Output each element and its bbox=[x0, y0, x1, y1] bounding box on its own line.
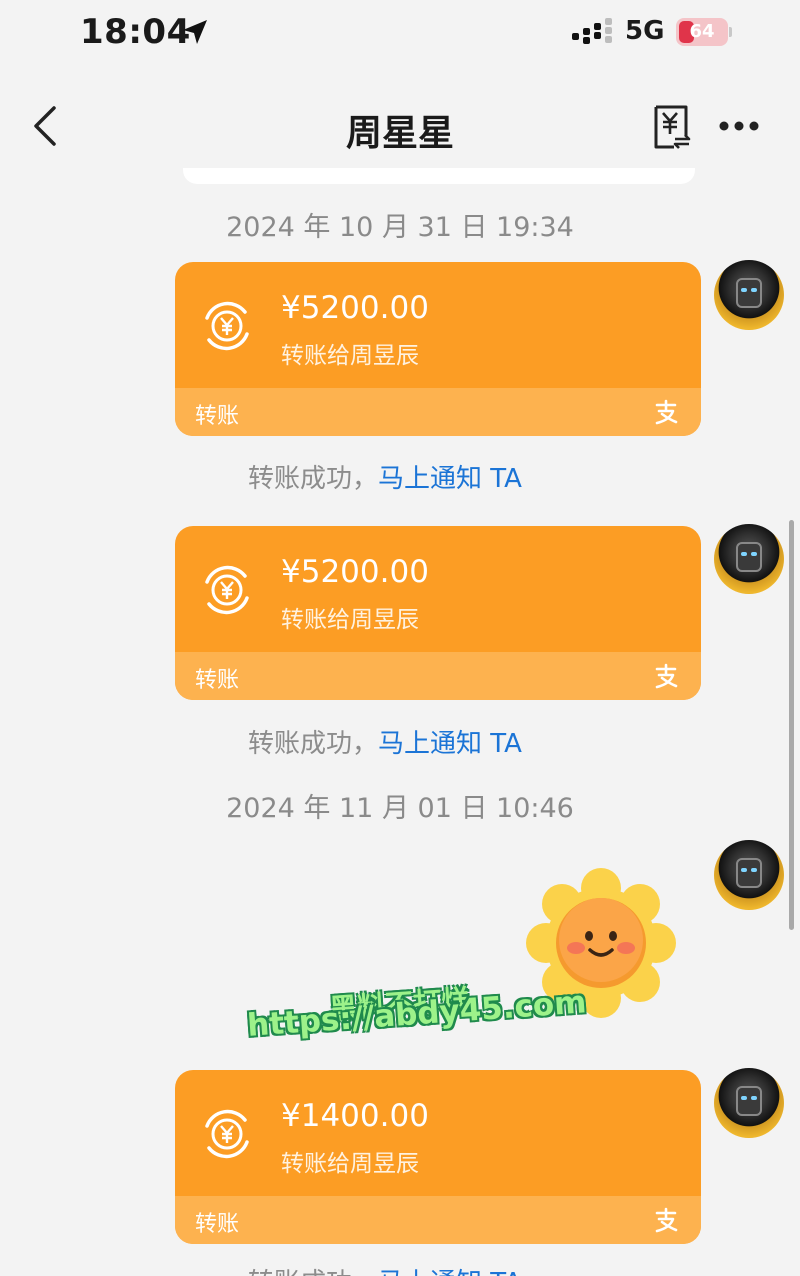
more-options-icon[interactable] bbox=[718, 112, 760, 140]
transfer-description: 转账给周昱辰 bbox=[281, 343, 419, 369]
transfer-description: 转账给周昱辰 bbox=[281, 1151, 419, 1177]
avatar[interactable] bbox=[714, 1068, 784, 1138]
previous-message-card bbox=[183, 168, 695, 184]
scrollbar[interactable] bbox=[789, 520, 794, 930]
transfer-card[interactable]: ¥5200.00 转账给周昱辰 转账 bbox=[175, 262, 701, 436]
chat-timestamp: 2024 年 11 月 01 日 10:46 bbox=[226, 793, 574, 824]
transfer-amount: ¥5200.00 bbox=[281, 554, 429, 590]
notify-link[interactable]: 马上通知 TA bbox=[378, 729, 522, 759]
transfer-status: 转账成功，马上通知 TA bbox=[248, 723, 522, 760]
status-bar: 18:04 5G 64 bbox=[0, 0, 800, 64]
transfer-amount: ¥5200.00 bbox=[281, 290, 429, 326]
battery-icon: 64 bbox=[676, 18, 732, 46]
money-transfer-icon[interactable] bbox=[650, 104, 692, 150]
cellular-signal-icon bbox=[572, 18, 612, 44]
network-type: 5G bbox=[625, 16, 665, 46]
alipay-icon bbox=[655, 399, 678, 425]
status-time: 18:04 bbox=[80, 12, 191, 52]
notify-link[interactable]: 马上通知 TA bbox=[378, 1268, 522, 1276]
transfer-status: 转账成功，马上通知 TA bbox=[248, 458, 522, 495]
transfer-yuan-icon bbox=[205, 301, 249, 351]
alipay-icon bbox=[655, 1207, 678, 1233]
location-arrow-icon bbox=[183, 20, 207, 44]
transfer-success-text: 转账成功， bbox=[248, 464, 379, 494]
transfer-description: 转账给周昱辰 bbox=[281, 607, 419, 633]
transfer-success-text: 转账成功， bbox=[248, 1268, 378, 1276]
avatar[interactable] bbox=[714, 260, 784, 330]
transfer-success-text: 转账成功， bbox=[248, 729, 379, 759]
alipay-icon bbox=[655, 663, 678, 689]
transfer-amount: ¥1400.00 bbox=[281, 1098, 429, 1134]
transfer-card[interactable]: ¥5200.00 转账给周昱辰 转账 bbox=[175, 526, 701, 700]
transfer-footer-label: 转账 bbox=[195, 404, 240, 429]
battery-level: 64 bbox=[689, 21, 715, 42]
transfer-card[interactable]: ¥1400.00 转账给周昱辰 转账 bbox=[175, 1070, 701, 1244]
avatar[interactable] bbox=[714, 840, 784, 910]
chat-timestamp: 2024 年 10 月 31 日 19:34 bbox=[226, 212, 574, 243]
transfer-status: 转账成功，马上通知 TA bbox=[248, 1262, 522, 1276]
avatar[interactable] bbox=[714, 524, 784, 594]
notify-link[interactable]: 马上通知 TA bbox=[378, 464, 522, 494]
transfer-yuan-icon bbox=[205, 565, 249, 615]
transfer-footer-label: 转账 bbox=[195, 1212, 240, 1237]
transfer-footer-label: 转账 bbox=[195, 668, 240, 693]
transfer-yuan-icon bbox=[205, 1109, 249, 1159]
